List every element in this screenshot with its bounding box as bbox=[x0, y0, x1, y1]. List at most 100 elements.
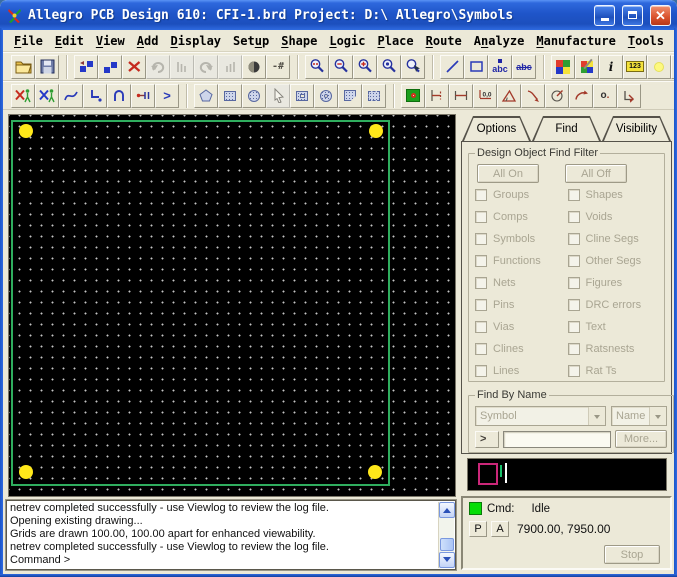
shape-void-rect-button[interactable] bbox=[290, 83, 314, 108]
zoom-out-button[interactable] bbox=[329, 54, 353, 79]
more-button[interactable]: More... bbox=[615, 430, 667, 448]
scroll-thumb[interactable] bbox=[440, 538, 454, 551]
minimize-button[interactable] bbox=[594, 4, 615, 26]
tab-find[interactable]: Find bbox=[532, 116, 601, 141]
filter-checkbox-shapes[interactable]: Shapes bbox=[567, 188, 659, 201]
save-button[interactable] bbox=[35, 54, 59, 79]
filter-checkbox-text[interactable]: Text bbox=[567, 320, 659, 333]
dim-vertical-button[interactable] bbox=[449, 83, 473, 108]
find-name-input[interactable] bbox=[503, 431, 611, 448]
menu-shape[interactable]: Shape bbox=[275, 32, 323, 50]
menu-analyze[interactable]: Analyze bbox=[468, 32, 531, 50]
menu-route[interactable]: Route bbox=[420, 32, 468, 50]
shape-rect-button[interactable] bbox=[218, 83, 242, 108]
tab-visibility[interactable]: Visibility bbox=[602, 116, 671, 141]
all-off-button[interactable]: All Off bbox=[565, 164, 627, 183]
filter-checkbox-lines[interactable]: Lines bbox=[475, 364, 566, 377]
filter-checkbox-groups[interactable]: Groups bbox=[475, 188, 566, 201]
unfix-button[interactable]: -# bbox=[266, 54, 290, 79]
dim-leader-button[interactable] bbox=[521, 83, 545, 108]
menu-edit[interactable]: Edit bbox=[49, 32, 90, 50]
console-window[interactable]: netrev completed successfully - use View… bbox=[6, 500, 456, 570]
find-category-select[interactable]: Symbol bbox=[475, 406, 606, 426]
shape-add-button[interactable] bbox=[194, 83, 218, 108]
close-button[interactable]: ✕ bbox=[650, 4, 671, 26]
all-on-button[interactable]: All On bbox=[477, 164, 539, 183]
menu-file[interactable]: File bbox=[8, 32, 49, 50]
filter-checkbox-ratsnests[interactable]: Ratsnests bbox=[567, 342, 659, 355]
label-tune-button[interactable] bbox=[401, 83, 425, 108]
add-connect-button[interactable] bbox=[59, 83, 83, 108]
add-rect-button[interactable] bbox=[464, 54, 488, 79]
design-canvas[interactable] bbox=[8, 114, 456, 497]
pick-coordinates-button[interactable]: P bbox=[469, 521, 487, 537]
absolute-coordinates-button[interactable]: A bbox=[491, 521, 509, 537]
shape-circle-button[interactable] bbox=[242, 83, 266, 108]
menu-logic[interactable]: Logic bbox=[323, 32, 371, 50]
route-bubble-button[interactable] bbox=[107, 83, 131, 108]
filter-checkbox-functions[interactable]: Functions bbox=[475, 254, 566, 267]
dim-linear-button[interactable] bbox=[425, 83, 449, 108]
route-corner-button[interactable] bbox=[83, 83, 107, 108]
shape-void-circle-button[interactable] bbox=[314, 83, 338, 108]
delete-button[interactable] bbox=[122, 54, 146, 79]
find-mode-select[interactable]: Name bbox=[611, 406, 667, 426]
filter-checkbox-symbols[interactable]: Symbols bbox=[475, 232, 566, 245]
design-preview[interactable] bbox=[467, 458, 667, 491]
measure-button[interactable]: 123 bbox=[623, 54, 647, 79]
scroll-down-button[interactable] bbox=[439, 552, 455, 568]
menu-display[interactable]: Display bbox=[164, 32, 227, 50]
menu-tools[interactable]: Tools bbox=[622, 32, 670, 50]
copy-button[interactable] bbox=[98, 54, 122, 79]
menu-manufacture[interactable]: Manufacture bbox=[530, 32, 621, 50]
menu-place[interactable]: Place bbox=[371, 32, 419, 50]
filter-checkbox-pins[interactable]: Pins bbox=[475, 298, 566, 311]
open-folder-button[interactable] bbox=[11, 54, 35, 79]
filter-checkbox-clines[interactable]: Clines bbox=[475, 342, 566, 355]
add-line-button[interactable] bbox=[440, 54, 464, 79]
shape-delete-button[interactable] bbox=[362, 83, 386, 108]
maximize-button[interactable] bbox=[622, 4, 643, 26]
scroll-up-button[interactable] bbox=[439, 502, 455, 518]
paste-button[interactable] bbox=[74, 54, 98, 79]
shadow-mode-button[interactable] bbox=[242, 54, 266, 79]
filter-checkbox-drc-errors[interactable]: DRC errors bbox=[567, 298, 659, 311]
highlight-button[interactable] bbox=[647, 54, 671, 79]
tab-options[interactable]: Options bbox=[462, 116, 531, 141]
dim-angle-button[interactable] bbox=[497, 83, 521, 108]
shove-button[interactable] bbox=[35, 83, 59, 108]
color-edit-button[interactable] bbox=[575, 54, 599, 79]
pin-escape-button[interactable] bbox=[131, 83, 155, 108]
filter-checkbox-comps[interactable]: Comps bbox=[475, 210, 566, 223]
menu-setup[interactable]: Setup bbox=[227, 32, 275, 50]
filter-checkbox-voids[interactable]: Voids bbox=[567, 210, 659, 223]
zoom-previous-button[interactable] bbox=[401, 54, 425, 79]
zoom-fit-button[interactable] bbox=[377, 54, 401, 79]
dim-arc-button[interactable] bbox=[569, 83, 593, 108]
dim-radius-button[interactable] bbox=[545, 83, 569, 108]
menu-view[interactable]: View bbox=[90, 32, 131, 50]
dim-pick-button[interactable] bbox=[617, 83, 641, 108]
filter-checkbox-rat-ts[interactable]: Rat Ts bbox=[567, 364, 659, 377]
zoom-in-button[interactable] bbox=[353, 54, 377, 79]
filter-checkbox-nets[interactable]: Nets bbox=[475, 276, 566, 289]
info-button[interactable]: i bbox=[599, 54, 623, 79]
menu-add[interactable]: Add bbox=[131, 32, 165, 50]
dim-datum-button[interactable]: 0,0 bbox=[473, 83, 497, 108]
filter-checkbox-figures[interactable]: Figures bbox=[567, 276, 659, 289]
chevron-down-icon[interactable] bbox=[649, 407, 666, 425]
console-scrollbar[interactable] bbox=[438, 502, 455, 568]
next-button[interactable]: > bbox=[155, 83, 179, 108]
add-text-button[interactable]: abc bbox=[488, 54, 512, 79]
zoom-points-button[interactable] bbox=[305, 54, 329, 79]
edit-text-button[interactable]: abc bbox=[512, 54, 536, 79]
slide-button[interactable] bbox=[11, 83, 35, 108]
filter-checkbox-vias[interactable]: Vias bbox=[475, 320, 566, 333]
dim-diameter-button[interactable]: o. bbox=[593, 83, 617, 108]
filter-checkbox-other-segs[interactable]: Other Segs bbox=[567, 254, 659, 267]
shape-edit-button[interactable] bbox=[338, 83, 362, 108]
stop-button[interactable]: Stop bbox=[604, 545, 660, 564]
color-dialog-button[interactable] bbox=[551, 54, 575, 79]
filter-checkbox-cline-segs[interactable]: Cline Segs bbox=[567, 232, 659, 245]
chevron-down-icon[interactable] bbox=[588, 407, 605, 425]
